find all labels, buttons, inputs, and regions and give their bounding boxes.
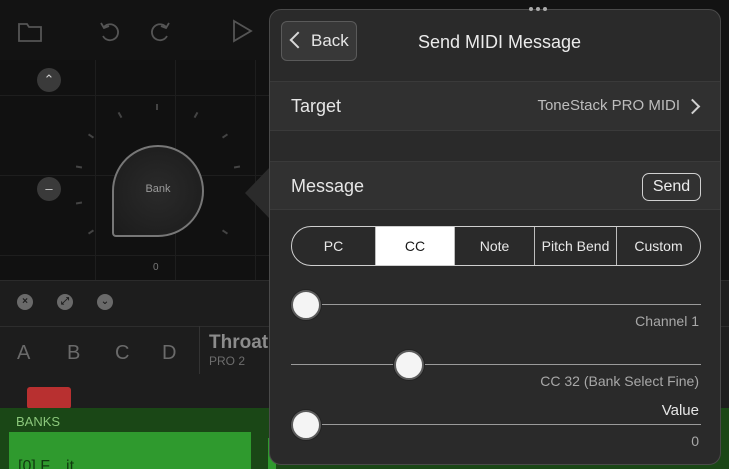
target-row[interactable]: Target ToneStack PRO MIDI <box>270 81 720 130</box>
app-screen: ⌃ – Bank 0 × ⤢ ⌄ A B C D Throat PRO 2 BA… <box>0 0 729 469</box>
redo-icon[interactable] <box>147 18 173 44</box>
tab-custom[interactable]: Custom <box>617 227 700 265</box>
tab-note[interactable]: Note <box>455 227 535 265</box>
slider-track <box>291 364 701 365</box>
slider-thumb[interactable] <box>291 290 321 320</box>
expand-icon[interactable]: ⤢ <box>57 294 73 310</box>
message-label: Message <box>291 176 365 196</box>
preset-title: Throat <box>209 332 269 353</box>
slider-thumb[interactable] <box>393 350 424 380</box>
divider <box>199 326 200 374</box>
grid-line <box>0 255 280 256</box>
column-tab-d[interactable]: D <box>162 342 176 365</box>
collapse-up-icon[interactable]: ⌃ <box>37 68 61 92</box>
grid-line <box>95 60 96 280</box>
popover-pointer <box>245 167 270 219</box>
minus-icon[interactable]: – <box>37 177 61 201</box>
preset-subtitle: PRO 2 <box>209 354 246 368</box>
knob-value: 0 <box>153 262 159 273</box>
collapse-down-icon[interactable]: ⌄ <box>97 294 113 310</box>
slider-thumb[interactable] <box>291 410 321 440</box>
knob-tick <box>156 104 158 110</box>
target-label: Target <box>291 96 342 116</box>
slider-track <box>291 424 701 425</box>
chevron-right-icon <box>684 98 701 115</box>
knob-label: Bank <box>145 183 171 195</box>
tab-pc[interactable]: PC <box>292 227 376 265</box>
folder-icon[interactable] <box>17 18 43 44</box>
back-button[interactable]: Back <box>281 21 357 61</box>
pedal-icon <box>27 387 71 409</box>
cc-number-caption: CC 32 (Bank Select Fine) <box>540 373 699 389</box>
tab-cc[interactable]: CC <box>376 227 455 265</box>
message-row: Message Send <box>270 161 720 210</box>
banks-label: BANKS <box>16 414 61 429</box>
undo-icon[interactable] <box>97 18 123 44</box>
column-tab-b[interactable]: B <box>67 342 80 365</box>
spacer-row <box>270 130 720 161</box>
back-label: Back <box>311 31 349 50</box>
send-midi-popover: Back Send MIDI Message Target ToneStack … <box>269 9 721 465</box>
popover-title: Send MIDI Message <box>418 32 582 52</box>
send-button[interactable]: Send <box>642 173 701 201</box>
tab-pitch-bend[interactable]: Pitch Bend <box>535 227 617 265</box>
target-value: ToneStack PRO MIDI <box>537 97 680 114</box>
play-icon[interactable] <box>229 18 255 44</box>
close-icon[interactable]: × <box>17 294 33 310</box>
slider-track <box>291 304 701 305</box>
bank-card-label: [0] F... it <box>18 458 75 469</box>
grid-line <box>0 95 280 96</box>
popover-header: Back Send MIDI Message <box>270 10 720 81</box>
column-tab-a[interactable]: A <box>17 342 30 365</box>
message-type-tabs: PC CC Note Pitch Bend Custom <box>291 226 701 266</box>
column-tab-c[interactable]: C <box>115 342 129 365</box>
value-slider[interactable] <box>291 410 701 440</box>
drag-handle[interactable] <box>529 7 547 11</box>
channel-caption: Channel 1 <box>635 313 699 329</box>
chevron-left-icon <box>289 31 307 49</box>
value-readout: 0 <box>691 433 699 449</box>
